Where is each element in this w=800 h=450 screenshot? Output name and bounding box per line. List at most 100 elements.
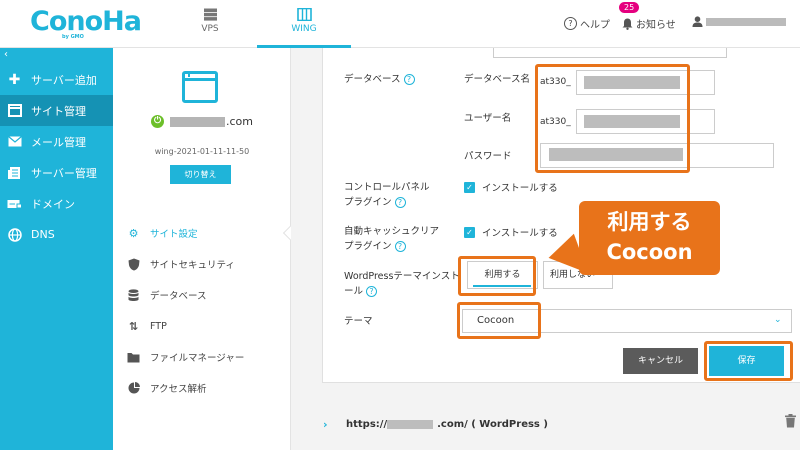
- site-panel: ⏻ .com wing-2021-01-11-11-50 切り替え ⚙ サイト設…: [113, 48, 298, 450]
- callout-line1: 利用する: [607, 210, 692, 234]
- menu-ftp[interactable]: ⇅ FTP: [127, 316, 167, 336]
- conoha-logo[interactable]: ConoHa: [30, 6, 142, 37]
- help-icon[interactable]: ?: [403, 74, 415, 85]
- tab-vps[interactable]: VPS: [163, 0, 257, 48]
- db-name-label: データベース名: [464, 74, 531, 85]
- menu-database[interactable]: データベース: [127, 285, 207, 305]
- server-manage-icon: [7, 165, 22, 180]
- notifications-link[interactable]: お知らせ: [622, 16, 676, 31]
- menu-file-manager[interactable]: ファイルマネージャー: [127, 347, 244, 367]
- theme-label: テーマ: [344, 316, 373, 327]
- site-url-prefix: https://: [346, 419, 388, 430]
- site-url: https:// .com/ ( WordPress ): [346, 419, 548, 430]
- site-domain-suffix: .com: [226, 115, 253, 128]
- menu-site-security[interactable]: サイトセキュリティ: [127, 254, 235, 274]
- site-url-redacted: [387, 420, 433, 429]
- tab-vps-label: VPS: [201, 24, 219, 34]
- cache-line1: 自動キャッシュクリア: [344, 226, 440, 237]
- menu-access-analytics[interactable]: アクセス解析: [127, 378, 207, 398]
- chevron-right-icon[interactable]: ›: [323, 418, 328, 431]
- use-button-highlight: [458, 256, 536, 296]
- sidebar-item-label: サーバー追加: [31, 73, 97, 87]
- domain-icon: [7, 196, 22, 211]
- help-icon[interactable]: ?: [394, 197, 406, 208]
- control-panel-line2: プラグイン: [344, 197, 392, 208]
- sidebar-collapse-icon[interactable]: ‹: [0, 48, 113, 64]
- site-id: wing-2021-01-11-11-50: [154, 147, 250, 156]
- power-status-icon: ⏻: [151, 115, 164, 128]
- globe-icon: [7, 227, 22, 242]
- help-icon: ?: [564, 17, 577, 30]
- wp-theme-line1: WordPressテーマインスト: [344, 271, 460, 282]
- control-panel-checkbox[interactable]: ✓ インストールする: [464, 180, 558, 194]
- wing-server-icon: [296, 8, 312, 21]
- sidebar-item-add-server[interactable]: ✚ サーバー追加: [0, 64, 113, 95]
- menu-label: サイト設定: [150, 229, 198, 240]
- help-icon[interactable]: ?: [366, 286, 378, 297]
- top-header: ConoHa by GMO VPS WING ? ヘルプ 25 お知らせ: [0, 0, 800, 48]
- bell-icon: [622, 18, 633, 30]
- checkbox-checked-icon: ✓: [464, 226, 475, 238]
- shield-icon: [127, 258, 140, 271]
- logo-sub: by GMO: [62, 34, 84, 40]
- menu-label: データベース: [150, 291, 207, 302]
- sidebar-item-label: DNS: [31, 228, 55, 241]
- website-icon: [182, 71, 218, 103]
- annotation-callout: 利用する Cocoon: [579, 201, 720, 275]
- sidebar-item-dns[interactable]: DNS: [0, 219, 113, 250]
- site-list-row[interactable]: › https:// .com/ ( WordPress ): [291, 404, 800, 450]
- sidebar-item-server-management[interactable]: サーバー管理: [0, 157, 113, 188]
- database-label: データベース?: [344, 72, 415, 87]
- switch-site-button[interactable]: 切り替え: [170, 165, 231, 184]
- previous-field-input[interactable]: [493, 48, 727, 58]
- sidebar-item-label: サイト管理: [31, 104, 86, 118]
- callout-line2: Cocoon: [606, 240, 693, 264]
- site-icon: [7, 103, 22, 118]
- db-fields-highlight: [535, 64, 690, 173]
- help-link[interactable]: ? ヘルプ: [564, 16, 610, 31]
- user-name-redacted: [706, 17, 786, 26]
- left-sidebar: ‹ ✚ サーバー追加 サイト管理 メール管理 サーバー管理 ドメイン DNS: [0, 48, 113, 450]
- checkbox-checked-icon: ✓: [464, 181, 475, 193]
- menu-label: サイトセキュリティ: [150, 260, 235, 271]
- database-icon: [127, 288, 140, 302]
- sidebar-item-domain[interactable]: ドメイン: [0, 188, 113, 219]
- user-name-label: ユーザー名: [464, 113, 512, 124]
- trash-icon[interactable]: [785, 414, 796, 428]
- sidebar-item-label: メール管理: [31, 135, 86, 149]
- checkbox-label: インストールする: [482, 228, 558, 239]
- save-button-highlight: [704, 341, 793, 381]
- cancel-button[interactable]: キャンセル: [623, 348, 698, 374]
- site-domain-redacted: [170, 117, 225, 127]
- user-icon: [692, 16, 703, 27]
- control-panel-plugin-label: コントロールパネル プラグイン?: [344, 180, 430, 210]
- tab-wing[interactable]: WING: [257, 0, 351, 48]
- cache-plugin-label: 自動キャッシュクリア プラグイン?: [344, 224, 439, 254]
- folder-icon: [127, 351, 140, 364]
- plus-icon: ✚: [8, 71, 21, 88]
- menu-label: ファイルマネージャー: [150, 353, 245, 364]
- sidebar-item-label: サーバー管理: [31, 166, 97, 180]
- help-label: ヘルプ: [580, 20, 610, 31]
- wp-theme-line2: ール: [344, 286, 364, 297]
- server-icon: [203, 8, 217, 21]
- cache-checkbox[interactable]: ✓ インストールする: [464, 225, 558, 239]
- site-url-suffix: .com/ ( WordPress ): [437, 419, 548, 430]
- notification-count-badge: 25: [619, 2, 640, 13]
- theme-select-highlight: [457, 302, 541, 339]
- tab-wing-label: WING: [291, 24, 317, 34]
- cache-line2: プラグイン: [344, 241, 392, 252]
- help-icon[interactable]: ?: [394, 241, 406, 252]
- menu-label: FTP: [150, 320, 167, 332]
- wp-theme-install-label: WordPressテーマインスト ール?: [344, 269, 460, 299]
- gear-icon: ⚙: [128, 226, 139, 240]
- checkbox-label: インストールする: [482, 183, 558, 194]
- mail-icon: [7, 134, 22, 149]
- user-menu[interactable]: [692, 16, 786, 27]
- menu-site-settings[interactable]: ⚙ サイト設定: [127, 223, 198, 243]
- sidebar-item-site-management[interactable]: サイト管理: [0, 95, 113, 126]
- pie-chart-icon: [127, 382, 140, 395]
- database-label-text: データベース: [344, 74, 401, 85]
- notifications-label: お知らせ: [636, 20, 676, 31]
- sidebar-item-mail-management[interactable]: メール管理: [0, 126, 113, 157]
